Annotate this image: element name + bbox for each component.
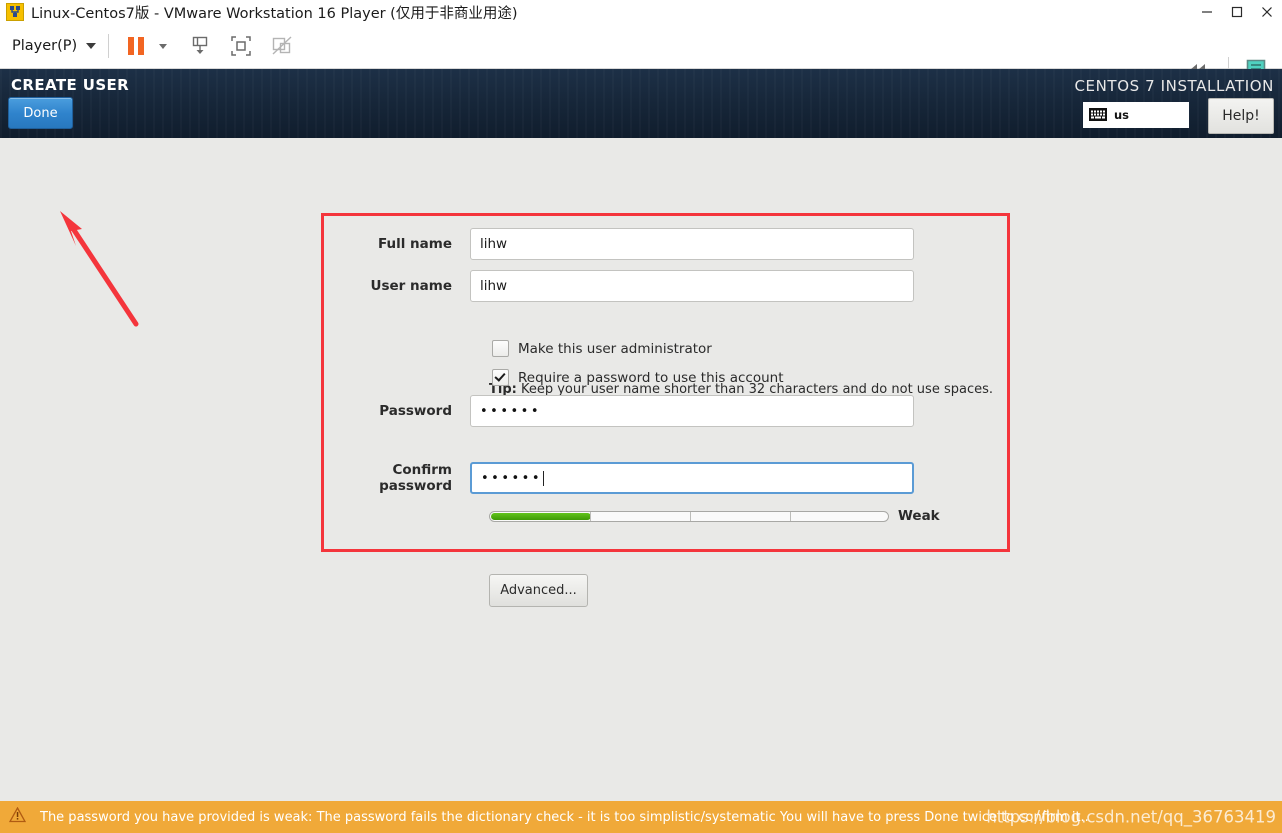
player-menu-label: Player(P) xyxy=(12,38,78,54)
watermark: https://blog.csdn.net/qq_36763419 xyxy=(986,807,1276,827)
password-input[interactable]: •••••• xyxy=(470,395,914,427)
unity-mode-disabled-icon[interactable] xyxy=(267,31,297,61)
window-controls xyxy=(1192,0,1282,24)
keyboard-icon xyxy=(1089,106,1107,125)
warning-icon xyxy=(8,806,27,827)
keyboard-layout-indicator[interactable]: us xyxy=(1083,102,1189,128)
password-row: Password •••••• xyxy=(320,395,914,427)
send-key-icon[interactable] xyxy=(185,31,215,61)
password-strength-meter: Weak xyxy=(489,508,940,524)
status-message: The password you have provided is weak: … xyxy=(40,809,1089,825)
player-menu-button[interactable]: Player(P) xyxy=(12,38,97,54)
password-label: Password xyxy=(379,403,452,419)
vmware-toolbar: Player(P) xyxy=(0,24,1282,83)
full-name-input[interactable]: lihw xyxy=(470,228,914,260)
close-icon[interactable] xyxy=(1252,0,1282,24)
make-admin-checkbox[interactable] xyxy=(492,340,509,357)
product-title: CENTOS 7 INSTALLATION xyxy=(1074,77,1274,95)
user-name-row: User name lihw xyxy=(320,270,914,302)
pause-dropdown-caret-icon[interactable] xyxy=(154,31,172,61)
user-name-label: User name xyxy=(370,278,452,294)
chevron-down-icon xyxy=(86,43,97,49)
user-name-input[interactable]: lihw xyxy=(470,270,914,302)
confirm-password-row: Confirm password •••••• xyxy=(320,462,914,494)
strength-label: Weak xyxy=(898,508,940,524)
text-cursor xyxy=(543,470,545,486)
minimize-icon[interactable] xyxy=(1192,0,1222,24)
confirm-password-input[interactable]: •••••• xyxy=(470,462,914,494)
full-name-label: Full name xyxy=(377,236,452,252)
fullscreen-icon[interactable] xyxy=(226,31,256,61)
require-password-checkbox-row[interactable]: Require a password to use this account xyxy=(492,369,784,386)
confirm-password-value: •••••• xyxy=(481,470,543,486)
strength-bar-fill xyxy=(491,512,591,520)
require-password-label: Require a password to use this account xyxy=(518,369,784,386)
toolbar-divider xyxy=(108,34,110,58)
require-password-checkbox[interactable] xyxy=(492,369,509,386)
make-admin-checkbox-row[interactable]: Make this user administrator xyxy=(492,340,712,357)
status-bar: The password you have provided is weak: … xyxy=(0,801,1282,833)
password-value: •••••• xyxy=(480,403,542,419)
strength-bar-track xyxy=(489,510,889,522)
confirm-password-label: Confirm password xyxy=(379,462,452,494)
centos-installer-screen: CREATE USER Done CENTOS 7 INSTALLATION u… xyxy=(0,69,1282,833)
vmware-titlebar: Linux-Centos7版 - VMware Workstation 16 P… xyxy=(0,0,1282,24)
keyboard-layout-label: us xyxy=(1114,108,1130,122)
help-button[interactable]: Help! xyxy=(1208,98,1274,134)
window-title: Linux-Centos7版 - VMware Workstation 16 P… xyxy=(31,5,518,22)
vmware-vm-icon xyxy=(6,3,24,21)
make-admin-label: Make this user administrator xyxy=(518,340,712,357)
advanced-button[interactable]: Advanced... xyxy=(489,574,588,607)
full-name-row: Full name lihw xyxy=(320,228,914,260)
create-user-form: Full name lihw User name lihw Tip: Keep … xyxy=(0,138,1282,833)
maximize-icon[interactable] xyxy=(1222,0,1252,24)
page-title: CREATE USER xyxy=(11,76,130,94)
pause-icon[interactable] xyxy=(121,31,151,61)
done-button[interactable]: Done xyxy=(8,97,73,129)
installer-header: CREATE USER Done CENTOS 7 INSTALLATION u… xyxy=(0,69,1282,138)
